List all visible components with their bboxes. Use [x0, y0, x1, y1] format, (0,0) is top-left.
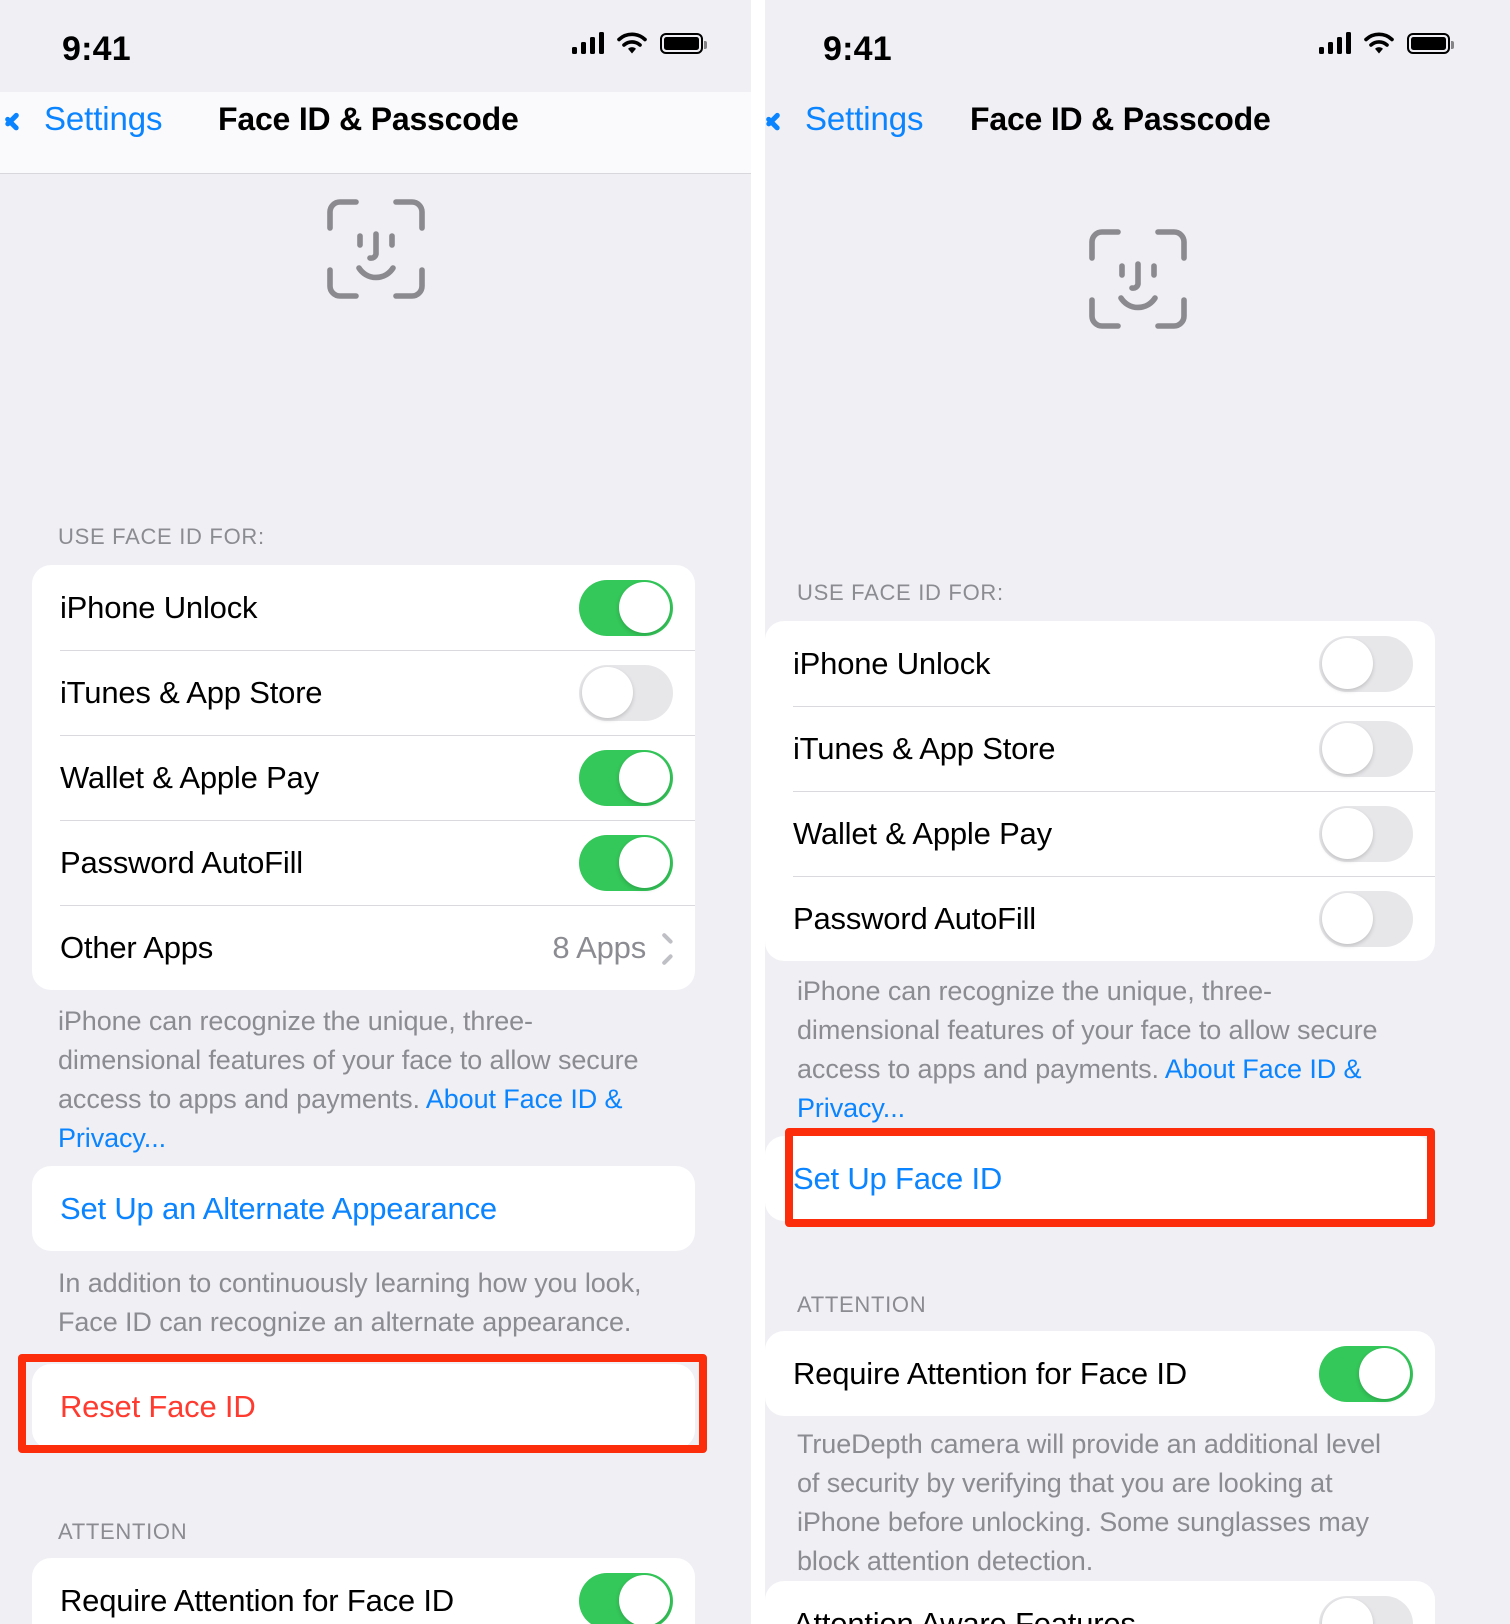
page-title: Face ID & Passcode [970, 101, 1271, 137]
table-row[interactable]: iPhone Unlock [765, 621, 1435, 706]
row-label: Password AutoFill [60, 844, 303, 880]
table-row[interactable]: iTunes & App Store [765, 706, 1435, 791]
row-label: Password AutoFill [793, 900, 1036, 936]
toggle-password-autofill[interactable] [1319, 890, 1413, 947]
set-up-face-id-card: Set Up Face ID [765, 1136, 1435, 1221]
row-label: Wallet & Apple Pay [60, 759, 319, 795]
status-time: 9:41 [823, 30, 892, 68]
reset-face-id-button[interactable]: Reset Face ID [60, 1389, 256, 1425]
chevron-left-icon [778, 104, 795, 134]
attention-card: Require Attention for Face ID [32, 1558, 695, 1624]
section-header-attention: ATTENTION [58, 1519, 188, 1544]
row-label: Wallet & Apple Pay [793, 815, 1052, 851]
page-title: Face ID & Passcode [218, 101, 519, 137]
toggle-itunes-app-store[interactable] [579, 664, 673, 721]
alternate-appearance-footer: In addition to continuously learning how… [58, 1268, 642, 1337]
row-label: Other Apps [60, 929, 214, 965]
status-indicators [571, 32, 707, 54]
face-id-hero [765, 174, 1510, 330]
row-label: Attention Aware Features [793, 1605, 1136, 1624]
section-header-attention: ATTENTION [797, 1292, 927, 1317]
row-label: iPhone Unlock [793, 645, 991, 681]
attention-card: Require Attention for Face ID [765, 1331, 1435, 1416]
screenshot-stage: 9:41 Settings Face ID & Passcode USE FAC… [0, 0, 1510, 1624]
table-row[interactable]: Require Attention for Face ID [765, 1331, 1435, 1416]
reset-face-id-card: Reset Face ID [32, 1364, 695, 1449]
toggle-attention-aware-features[interactable] [1319, 1595, 1413, 1624]
table-row[interactable]: Require Attention for Face ID [32, 1558, 695, 1624]
toggle-itunes-app-store[interactable] [1319, 720, 1413, 777]
back-to-settings-button[interactable]: Settings [778, 100, 924, 138]
alternate-appearance-card: Set Up an Alternate Appearance [32, 1166, 695, 1251]
back-label: Settings [805, 100, 924, 137]
table-row[interactable]: Set Up Face ID [765, 1136, 1435, 1221]
table-row[interactable]: Reset Face ID [32, 1364, 695, 1449]
use-face-id-card: iPhone Unlock iTunes & App Store Wallet … [32, 565, 695, 990]
table-row[interactable]: Wallet & Apple Pay [32, 735, 695, 820]
face-id-privacy-footer: iPhone can recognize the unique, three-d… [797, 972, 1397, 1128]
table-row[interactable]: Attention Aware Features [765, 1581, 1435, 1624]
set-up-alternate-appearance-button[interactable]: Set Up an Alternate Appearance [60, 1191, 497, 1227]
table-row[interactable]: Set Up an Alternate Appearance [32, 1166, 695, 1251]
row-label: iTunes & App Store [793, 730, 1056, 766]
settings-content-right: USE FACE ID FOR: iPhone Unlock iTunes & … [765, 174, 1510, 1624]
wifi-icon [1364, 32, 1394, 54]
status-indicators [1318, 32, 1454, 54]
face-id-privacy-footer: iPhone can recognize the unique, three-d… [58, 1002, 658, 1158]
toggle-iphone-unlock[interactable] [579, 579, 673, 636]
table-row[interactable]: iPhone Unlock [32, 565, 695, 650]
wifi-icon [617, 32, 647, 54]
settings-content-left: USE FACE ID FOR: iPhone Unlock iTunes & … [0, 174, 751, 1624]
section-header-use-face-id: USE FACE ID FOR: [58, 524, 265, 549]
toggle-require-attention[interactable] [579, 1572, 673, 1624]
status-bar-left: 9:41 [0, 0, 751, 92]
row-label: iTunes & App Store [60, 674, 323, 710]
toggle-wallet-apple-pay[interactable] [1319, 805, 1413, 862]
other-apps-count: 8 Apps [552, 929, 646, 965]
toggle-require-attention[interactable] [1319, 1345, 1413, 1402]
set-up-face-id-button[interactable]: Set Up Face ID [793, 1161, 1002, 1197]
face-id-hero [0, 174, 751, 300]
chevron-right-icon [660, 936, 673, 959]
nav-bar-left: Settings Face ID & Passcode [0, 92, 751, 174]
row-label: Require Attention for Face ID [793, 1355, 1187, 1391]
face-id-icon [1088, 229, 1187, 329]
iphone-screen-right: 9:41 Settings Face ID & Passcode USE FAC… [765, 0, 1510, 1624]
toggle-iphone-unlock[interactable] [1319, 635, 1413, 692]
toggle-wallet-apple-pay[interactable] [579, 749, 673, 806]
signal-bars-icon [571, 32, 604, 54]
table-row[interactable]: Password AutoFill [32, 820, 695, 905]
row-label: Require Attention for Face ID [60, 1582, 454, 1618]
table-row[interactable]: Wallet & Apple Pay [765, 791, 1435, 876]
attention-footer: TrueDepth camera will provide an additio… [797, 1429, 1381, 1576]
table-row-other-apps[interactable]: Other Apps 8 Apps [32, 905, 695, 990]
iphone-screen-left: 9:41 Settings Face ID & Passcode USE FAC… [0, 0, 751, 1624]
signal-bars-icon [1318, 32, 1351, 54]
row-label: iPhone Unlock [60, 589, 258, 625]
face-id-icon [326, 199, 425, 299]
back-label: Settings [44, 100, 163, 137]
toggle-password-autofill[interactable] [579, 834, 673, 891]
back-to-settings-button[interactable]: Settings [17, 100, 163, 138]
chevron-left-icon [17, 104, 34, 134]
use-face-id-card: iPhone Unlock iTunes & App Store Wallet … [765, 621, 1435, 961]
table-row[interactable]: iTunes & App Store [32, 650, 695, 735]
nav-bar-right: Settings Face ID & Passcode [765, 92, 1510, 174]
status-time: 9:41 [62, 30, 131, 68]
attention-aware-card: Attention Aware Features [765, 1581, 1435, 1624]
battery-full-icon [1407, 32, 1454, 54]
battery-full-icon [660, 32, 707, 54]
status-bar-right: 9:41 [765, 0, 1510, 92]
table-row[interactable]: Password AutoFill [765, 876, 1435, 961]
section-header-use-face-id: USE FACE ID FOR: [797, 580, 1004, 605]
